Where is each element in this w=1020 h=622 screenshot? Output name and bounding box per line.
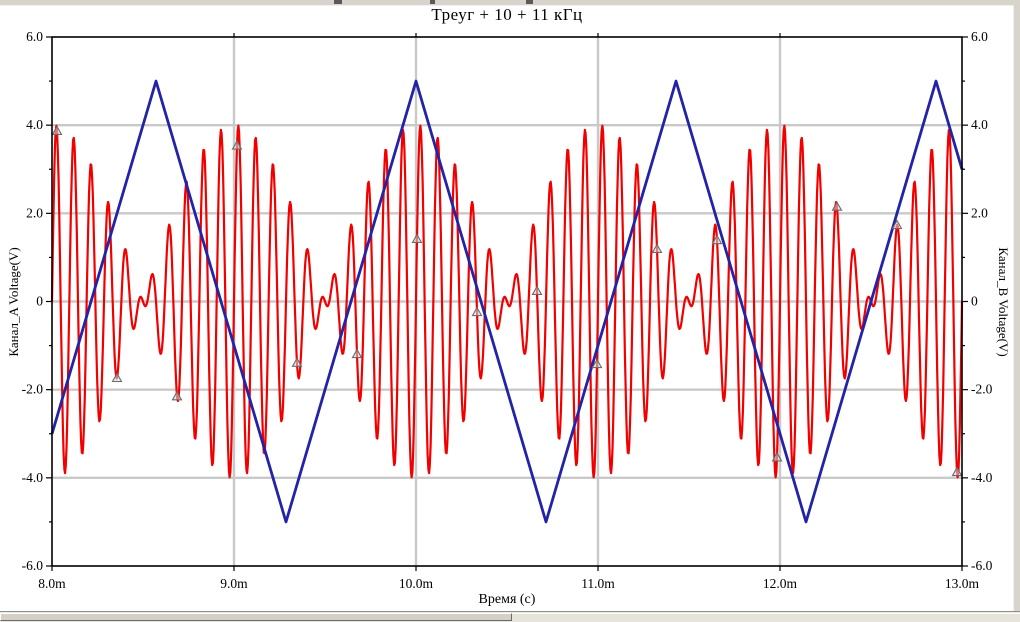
svg-text:4.0: 4.0 <box>971 117 988 132</box>
horizontal-scrollbar-thumb[interactable] <box>0 613 512 621</box>
trace-marker-icon <box>111 372 123 383</box>
trace-marker-icon <box>51 125 63 135</box>
svg-text:0: 0 <box>36 294 43 309</box>
svg-text:-6.0: -6.0 <box>971 558 993 573</box>
svg-text:-4.0: -4.0 <box>22 470 44 485</box>
trace-marker-icon <box>651 243 663 253</box>
trace-marker-icon <box>471 306 483 317</box>
svg-text:2.0: 2.0 <box>971 205 988 220</box>
trace-marker-icon <box>951 466 963 477</box>
svg-text:-2.0: -2.0 <box>971 382 993 397</box>
trace-marker-icon <box>171 390 183 401</box>
svg-text:12.0m: 12.0m <box>763 576 798 591</box>
trace-marker-icon <box>411 233 423 244</box>
axis-tick-labels: 8.0m 9.0m 10.0m 11.0m 12.0m 13.0m -6.0 -6.0 -4.0… <box>22 29 993 591</box>
trace-marker-icon <box>531 285 543 296</box>
svg-text:4.0: 4.0 <box>26 117 43 132</box>
svg-text:9.0m: 9.0m <box>220 576 248 591</box>
svg-text:0: 0 <box>971 294 978 309</box>
svg-text:-2.0: -2.0 <box>22 382 44 397</box>
x-axis-label: Время (с) <box>478 592 536 607</box>
svg-text:10.0m: 10.0m <box>399 576 434 591</box>
right-axis-label: Канал_B Voltage(V) <box>996 247 1011 357</box>
svg-text:2.0: 2.0 <box>26 205 43 220</box>
trace-marker-icon <box>831 201 843 211</box>
horizontal-scrollbar[interactable] <box>0 611 1020 622</box>
svg-text:6.0: 6.0 <box>26 29 43 44</box>
svg-text:8.0m: 8.0m <box>38 576 66 591</box>
right-gutter <box>1013 5 1020 611</box>
trace-marker-icon <box>351 348 363 359</box>
oscilloscope-plot-window: 8.0m 9.0m 10.0m 11.0m 12.0m 13.0m -6.0 -6.0 -4.0… <box>0 0 1020 622</box>
svg-text:13.0m: 13.0m <box>945 576 980 591</box>
left-axis-label: Канал_A Voltage(V) <box>6 247 21 357</box>
svg-text:-4.0: -4.0 <box>971 470 993 485</box>
waveform-chart: 8.0m 9.0m 10.0m 11.0m 12.0m 13.0m -6.0 -6.0 -4.0… <box>22 29 993 591</box>
svg-text:-6.0: -6.0 <box>22 558 44 573</box>
svg-text:11.0m: 11.0m <box>581 576 615 591</box>
svg-text:6.0: 6.0 <box>971 29 988 44</box>
chart-title: Треуг + 10 + 11 кГц <box>431 5 583 24</box>
